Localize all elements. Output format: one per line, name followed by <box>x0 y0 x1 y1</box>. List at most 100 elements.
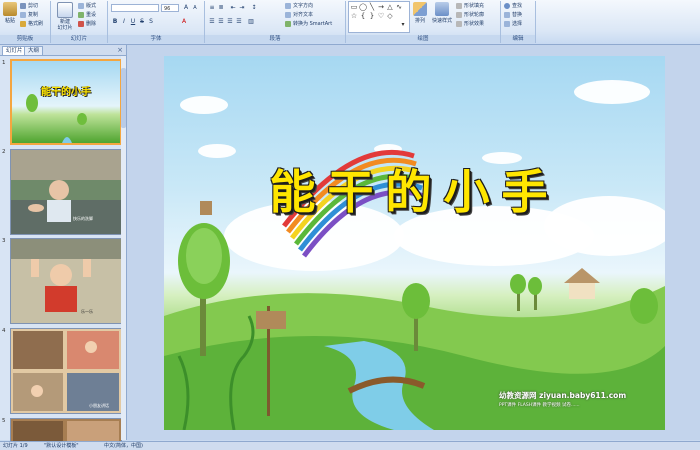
line-shape-icon[interactable]: ╲ <box>368 3 376 11</box>
align-center-icon[interactable]: ☰ <box>217 18 225 26</box>
pen-icon <box>456 11 462 18</box>
slide-1-preview <box>12 61 120 143</box>
italic-icon[interactable]: I <box>120 18 128 26</box>
justify-icon[interactable]: ☰ <box>235 18 243 26</box>
reset-button[interactable]: 重设 <box>78 11 96 19</box>
slide-workspace: 能干的小手 幼教资源网 ziyuan.baby611.com PPT课件 FLA… <box>127 45 700 440</box>
slide-number: 3 <box>2 238 6 244</box>
heart-shape-icon[interactable]: ♡ <box>377 12 385 20</box>
slide-thumbnail-2[interactable]: 快乐的洗脚 <box>10 149 122 235</box>
slide-2-caption: 快乐的洗脚 <box>73 216 93 221</box>
pane-tabs: 幻灯片 大纲 × <box>0 45 126 56</box>
decrease-indent-icon[interactable]: ⇤ <box>229 4 237 12</box>
shape-fill-button[interactable]: 形状填充 <box>456 2 484 10</box>
font-group: 96 A A B I U S S A 字体 <box>108 1 205 43</box>
brush-icon <box>20 20 26 27</box>
select-icon <box>504 20 510 27</box>
increase-indent-icon[interactable]: ⇥ <box>238 4 246 12</box>
find-icon <box>504 2 510 9</box>
shape-effects-button[interactable]: 形状效果 <box>456 20 484 28</box>
quick-styles-button[interactable]: 快速样式 <box>430 2 454 24</box>
star-shape-icon[interactable]: ☆ <box>350 12 358 20</box>
new-slide-icon <box>57 2 73 18</box>
quick-styles-icon <box>435 2 449 16</box>
shape-outline-button[interactable]: 形状轮廓 <box>456 11 484 19</box>
brace-close-shape-icon[interactable]: } <box>368 12 376 20</box>
curve-shape-icon[interactable]: ∿ <box>395 3 403 11</box>
shapes-gallery[interactable]: ▭ ◯ ╲ → △ ∿ ☆ { } ♡ ◇ ▾ <box>348 1 410 33</box>
slide-thumbnail-3[interactable]: 乐一乐 <box>10 238 122 324</box>
brace-shape-icon[interactable]: { <box>359 12 367 20</box>
ribbon: 粘贴 剪切 复制 格式刷 剪贴板 新建 幻灯片 版式 重设 删除 幻灯片 96 … <box>0 0 700 45</box>
align-text-icon <box>285 11 291 18</box>
drawing-label: 绘图 <box>346 35 500 43</box>
triangle-shape-icon[interactable]: △ <box>386 3 394 11</box>
slide-4-photo <box>11 329 121 413</box>
layout-icon <box>78 2 84 9</box>
slide-4-caption: 小朋友讲话 <box>89 403 109 408</box>
grow-font-icon[interactable]: A <box>182 4 190 12</box>
slide-1-title: 能干的小手 <box>41 87 91 98</box>
slide-5-photo <box>11 419 121 441</box>
copy-button[interactable]: 复制 <box>20 11 38 19</box>
editing-label: 编辑 <box>501 35 535 43</box>
slide-number: 4 <box>2 328 6 334</box>
rectangle-shape-icon[interactable]: ▭ <box>350 3 358 11</box>
slide-thumbnail-5[interactable] <box>10 418 122 441</box>
paragraph-group: ≡ ≣ ⇤ ⇥ ↕ ☰ ☰ ☰ ☰ ▥ 文字方向 对齐文本 转换为 SmartA… <box>205 1 346 43</box>
slide-title[interactable]: 能干的小手 <box>164 156 665 222</box>
smartart-icon <box>285 20 291 27</box>
tab-slides[interactable]: 幻灯片 <box>2 46 27 55</box>
diamond-shape-icon[interactable]: ◇ <box>386 12 394 20</box>
copy-icon <box>20 11 26 18</box>
pane-scrollbar[interactable] <box>121 56 126 440</box>
replace-icon <box>504 11 510 18</box>
select-button[interactable]: 选择 <box>504 20 522 28</box>
slide-thumbnail-4[interactable]: 小朋友讲话 <box>10 328 122 414</box>
ellipse-shape-icon[interactable]: ◯ <box>359 3 367 11</box>
current-slide[interactable]: 能干的小手 幼教资源网 ziyuan.baby611.com PPT课件 FLA… <box>164 56 665 430</box>
new-slide-button[interactable]: 新建 幻灯片 <box>55 2 75 31</box>
text-direction-button[interactable]: 文字方向 <box>285 2 313 10</box>
text-direction-icon <box>285 2 291 9</box>
bullets-icon[interactable]: ≡ <box>208 4 216 12</box>
columns-icon[interactable]: ▥ <box>247 18 255 26</box>
slide-3-photo <box>11 239 121 323</box>
arrow-shape-icon[interactable]: → <box>377 3 385 11</box>
underline-icon[interactable]: U <box>129 18 137 26</box>
paste-button[interactable]: 粘贴 <box>2 2 18 24</box>
smartart-button[interactable]: 转换为 SmartArt <box>285 20 332 28</box>
format-painter-button[interactable]: 格式刷 <box>20 20 43 28</box>
numbering-icon[interactable]: ≣ <box>217 4 225 12</box>
paste-icon <box>3 2 17 16</box>
shadow-icon[interactable]: S <box>147 18 155 26</box>
shrink-font-icon[interactable]: A <box>191 4 199 12</box>
font-size-combo[interactable]: 96 <box>161 4 179 12</box>
slide-thumbnail-1[interactable]: 能干的小手 <box>10 59 122 145</box>
editing-group: 查找 替换 选择 编辑 <box>501 1 536 43</box>
align-right-icon[interactable]: ☰ <box>226 18 234 26</box>
clipboard-label: 剪贴板 <box>0 35 50 43</box>
arrange-button[interactable]: 排列 <box>412 2 428 24</box>
align-text-button[interactable]: 对齐文本 <box>285 11 313 19</box>
watermark-sub: PPT课件 FLASH课件 教学视频 试卷...... <box>499 403 580 408</box>
close-icon[interactable]: × <box>117 46 123 54</box>
more-shapes-icon[interactable]: ▾ <box>399 21 407 29</box>
slide-number: 2 <box>2 149 6 155</box>
font-color-icon[interactable]: A <box>180 18 188 26</box>
strikethrough-icon[interactable]: S <box>138 18 146 26</box>
align-left-icon[interactable]: ☰ <box>208 18 216 26</box>
fill-bucket-icon <box>456 2 462 9</box>
scrollbar-thumb[interactable] <box>121 68 126 128</box>
slide-2-photo <box>11 150 121 234</box>
replace-button[interactable]: 替换 <box>504 11 522 19</box>
tab-outline[interactable]: 大纲 <box>24 46 44 55</box>
find-button[interactable]: 查找 <box>504 2 522 10</box>
slide-3-caption: 乐一乐 <box>81 309 93 314</box>
font-name-combo[interactable] <box>111 4 159 12</box>
layout-button[interactable]: 版式 <box>78 2 96 10</box>
cut-button[interactable]: 剪切 <box>20 2 38 10</box>
line-spacing-icon[interactable]: ↕ <box>250 4 258 12</box>
bold-icon[interactable]: B <box>111 18 119 26</box>
delete-button[interactable]: 删除 <box>78 20 96 28</box>
